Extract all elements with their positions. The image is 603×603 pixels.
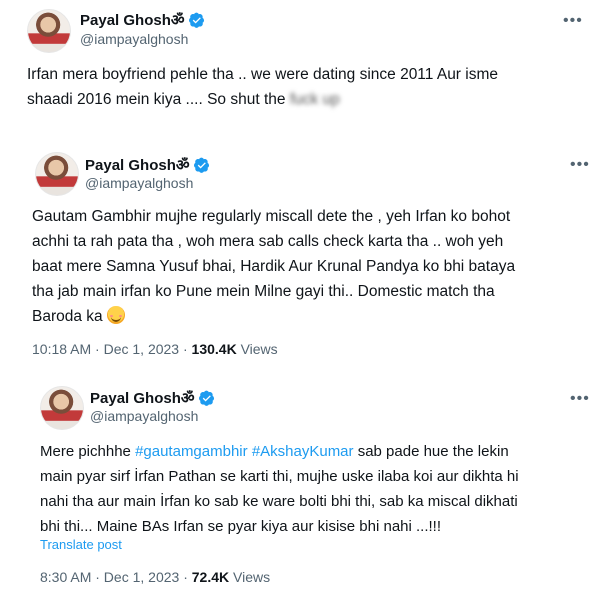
verified-badge-icon <box>198 390 214 406</box>
tweet-meta: 8:30 AM · Dec 1, 2023 · 72.4K Views <box>40 569 271 585</box>
verified-badge-icon <box>188 12 204 28</box>
translate-post-link[interactable]: Translate post <box>40 537 122 552</box>
tweet-card[interactable]: Payal Ghoshॐ @iampayalghosh ••• Gautam G… <box>14 140 603 368</box>
author-handle[interactable]: @iampayalghosh <box>80 31 188 47</box>
tweet-card[interactable]: Payal Ghoshॐ @iampayalghosh ••• Mere pic… <box>18 372 603 603</box>
views-count: 72.4K <box>191 569 230 585</box>
avatar[interactable] <box>40 386 84 430</box>
avatar[interactable] <box>27 9 71 53</box>
tweet-text: Mere pichhhe #gautamgambhir #AkshayKumar… <box>40 443 519 535</box>
author-handle[interactable]: @iampayalghosh <box>90 408 198 424</box>
hashtag-link[interactable]: #AkshayKumar <box>252 443 354 460</box>
author-name[interactable]: Payal Ghoshॐ <box>80 10 205 30</box>
tweet-text: Gautam Gambhir mujhe regularly miscall d… <box>32 208 516 325</box>
more-horizontal-icon[interactable]: ••• <box>563 13 583 29</box>
tweet-card[interactable]: Payal Ghoshॐ @iampayalghosh ••• Irfan me… <box>0 0 603 118</box>
author-name[interactable]: Payal Ghoshॐ <box>85 155 210 175</box>
avatar[interactable] <box>35 152 79 196</box>
tweet-text: Irfan mera boyfriend pehle tha .. we wer… <box>27 66 499 108</box>
more-horizontal-icon[interactable]: ••• <box>570 157 590 173</box>
author-name[interactable]: Payal Ghoshॐ <box>90 388 215 408</box>
tweet-meta: 10:18 AM · Dec 1, 2023 · 130.4K Views <box>32 341 278 357</box>
more-horizontal-icon[interactable]: ••• <box>570 391 590 407</box>
hashtag-link[interactable]: #gautamgambhir <box>135 443 248 460</box>
verified-badge-icon <box>193 157 209 173</box>
author-handle[interactable]: @iampayalghosh <box>85 175 193 191</box>
smiling-face-icon <box>106 306 125 324</box>
views-count: 130.4K <box>191 341 237 357</box>
